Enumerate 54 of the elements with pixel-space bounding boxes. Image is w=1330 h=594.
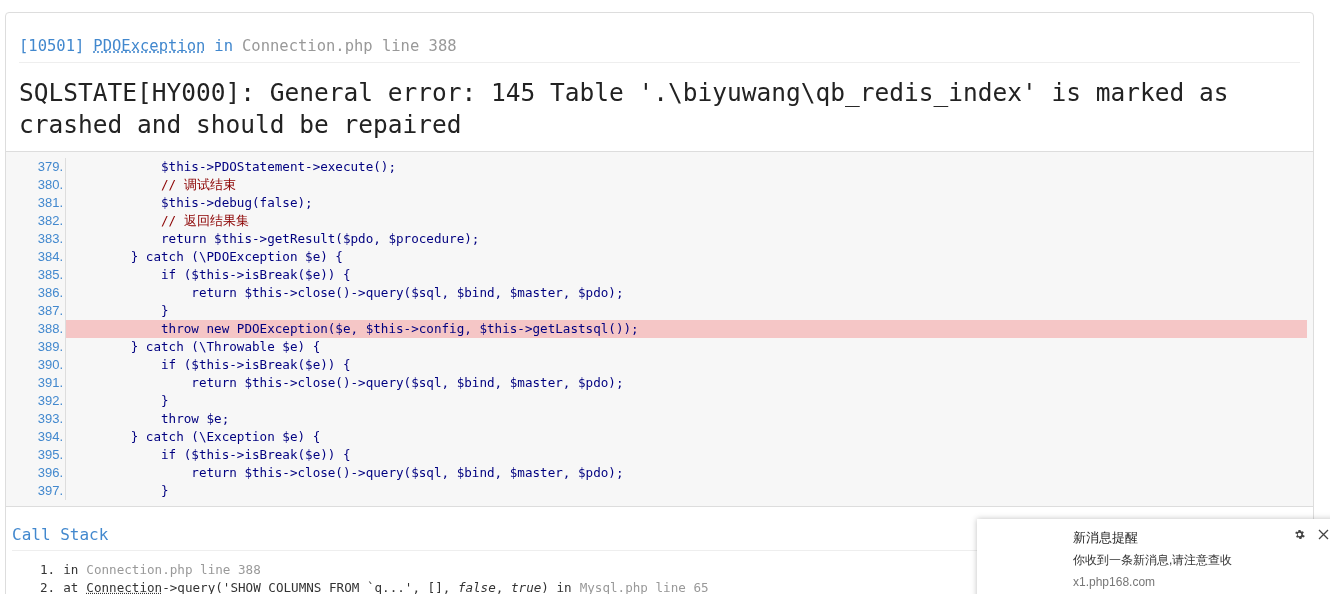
line-number: 385. <box>6 266 66 285</box>
class-link[interactable]: Connection <box>86 578 163 594</box>
code-line: return $this->getResult($pdo, $procedure); <box>160 230 481 249</box>
code-line: } catch (\Throwable $e) { <box>129 338 322 357</box>
close-icon[interactable] <box>1318 529 1329 540</box>
call-signature: ->query('SHOW COLUMNS FROM `q...', [], false, true) in <box>162 578 572 594</box>
notification-title: 新消息提醒 <box>1073 529 1139 547</box>
file-location: Mysql.php line 65 <box>579 578 709 594</box>
stack-index: 1. <box>40 560 56 579</box>
line-number: 386. <box>6 284 66 303</box>
line-number: 389. <box>6 338 66 357</box>
line-number: 383. <box>6 230 66 249</box>
code-line: if ($this->isBreak($e)) { <box>160 266 352 285</box>
error-code: [10501] <box>19 36 85 57</box>
stack-lead: in <box>63 560 79 579</box>
line-number: 382. <box>6 212 66 231</box>
line-number: 387. <box>6 302 66 321</box>
stack-index: 2. <box>40 578 56 594</box>
line-number: 379. <box>6 158 66 177</box>
notification-source: x1.php168.com <box>1073 574 1157 591</box>
file-location: Connection.php line 388 <box>242 36 457 57</box>
code-line: $this->debug(false); <box>160 194 314 213</box>
error-message: SQLSTATE[HY000]: General error: 145 Table '.\biyuwang\qb_redis_index' is marked as crashed and should be repaired <box>19 77 1230 142</box>
code-line: throw $e; <box>160 410 231 429</box>
location-connector: in <box>214 36 233 57</box>
exception-link[interactable]: PDOException <box>93 35 206 59</box>
code-line: } <box>160 302 170 321</box>
notification-body: 你收到一条新消息,请注意查收 <box>1073 552 1233 569</box>
line-number: 397. <box>6 482 66 501</box>
code-line: } <box>160 482 170 501</box>
line-number: 384. <box>6 248 66 267</box>
line-number: 391. <box>6 374 66 393</box>
line-number: 380. <box>6 176 66 195</box>
code-line: } catch (\PDOException $e) { <box>129 248 344 267</box>
code-line: // 调试结束 <box>160 176 237 195</box>
code-line: $this->PDOStatement->execute(); <box>160 158 398 177</box>
code-line: return $this->close()->query($sql, $bind, $master, $pdo); <box>190 464 625 483</box>
settings-icon[interactable] <box>1294 529 1305 540</box>
file-location: Connection.php line 388 <box>86 560 261 579</box>
line-number: 392. <box>6 392 66 411</box>
stack-lead: at <box>63 578 79 594</box>
line-number: 390. <box>6 356 66 375</box>
code-line: // 返回结果集 <box>160 212 250 231</box>
code-line: } catch (\Exception $e) { <box>129 428 322 447</box>
line-number: 395. <box>6 446 66 465</box>
line-number: 393. <box>6 410 66 429</box>
line-number: 396. <box>6 464 66 483</box>
code-line: } <box>160 392 170 411</box>
line-number: 394. <box>6 428 66 447</box>
code-line: if ($this->isBreak($e)) { <box>160 446 352 465</box>
code-line: if ($this->isBreak($e)) { <box>160 356 352 375</box>
code-line: return $this->close()->query($sql, $bind, $master, $pdo); <box>190 284 625 303</box>
line-number: 381. <box>6 194 66 213</box>
code-line: return $this->close()->query($sql, $bind, $master, $pdo); <box>190 374 625 393</box>
